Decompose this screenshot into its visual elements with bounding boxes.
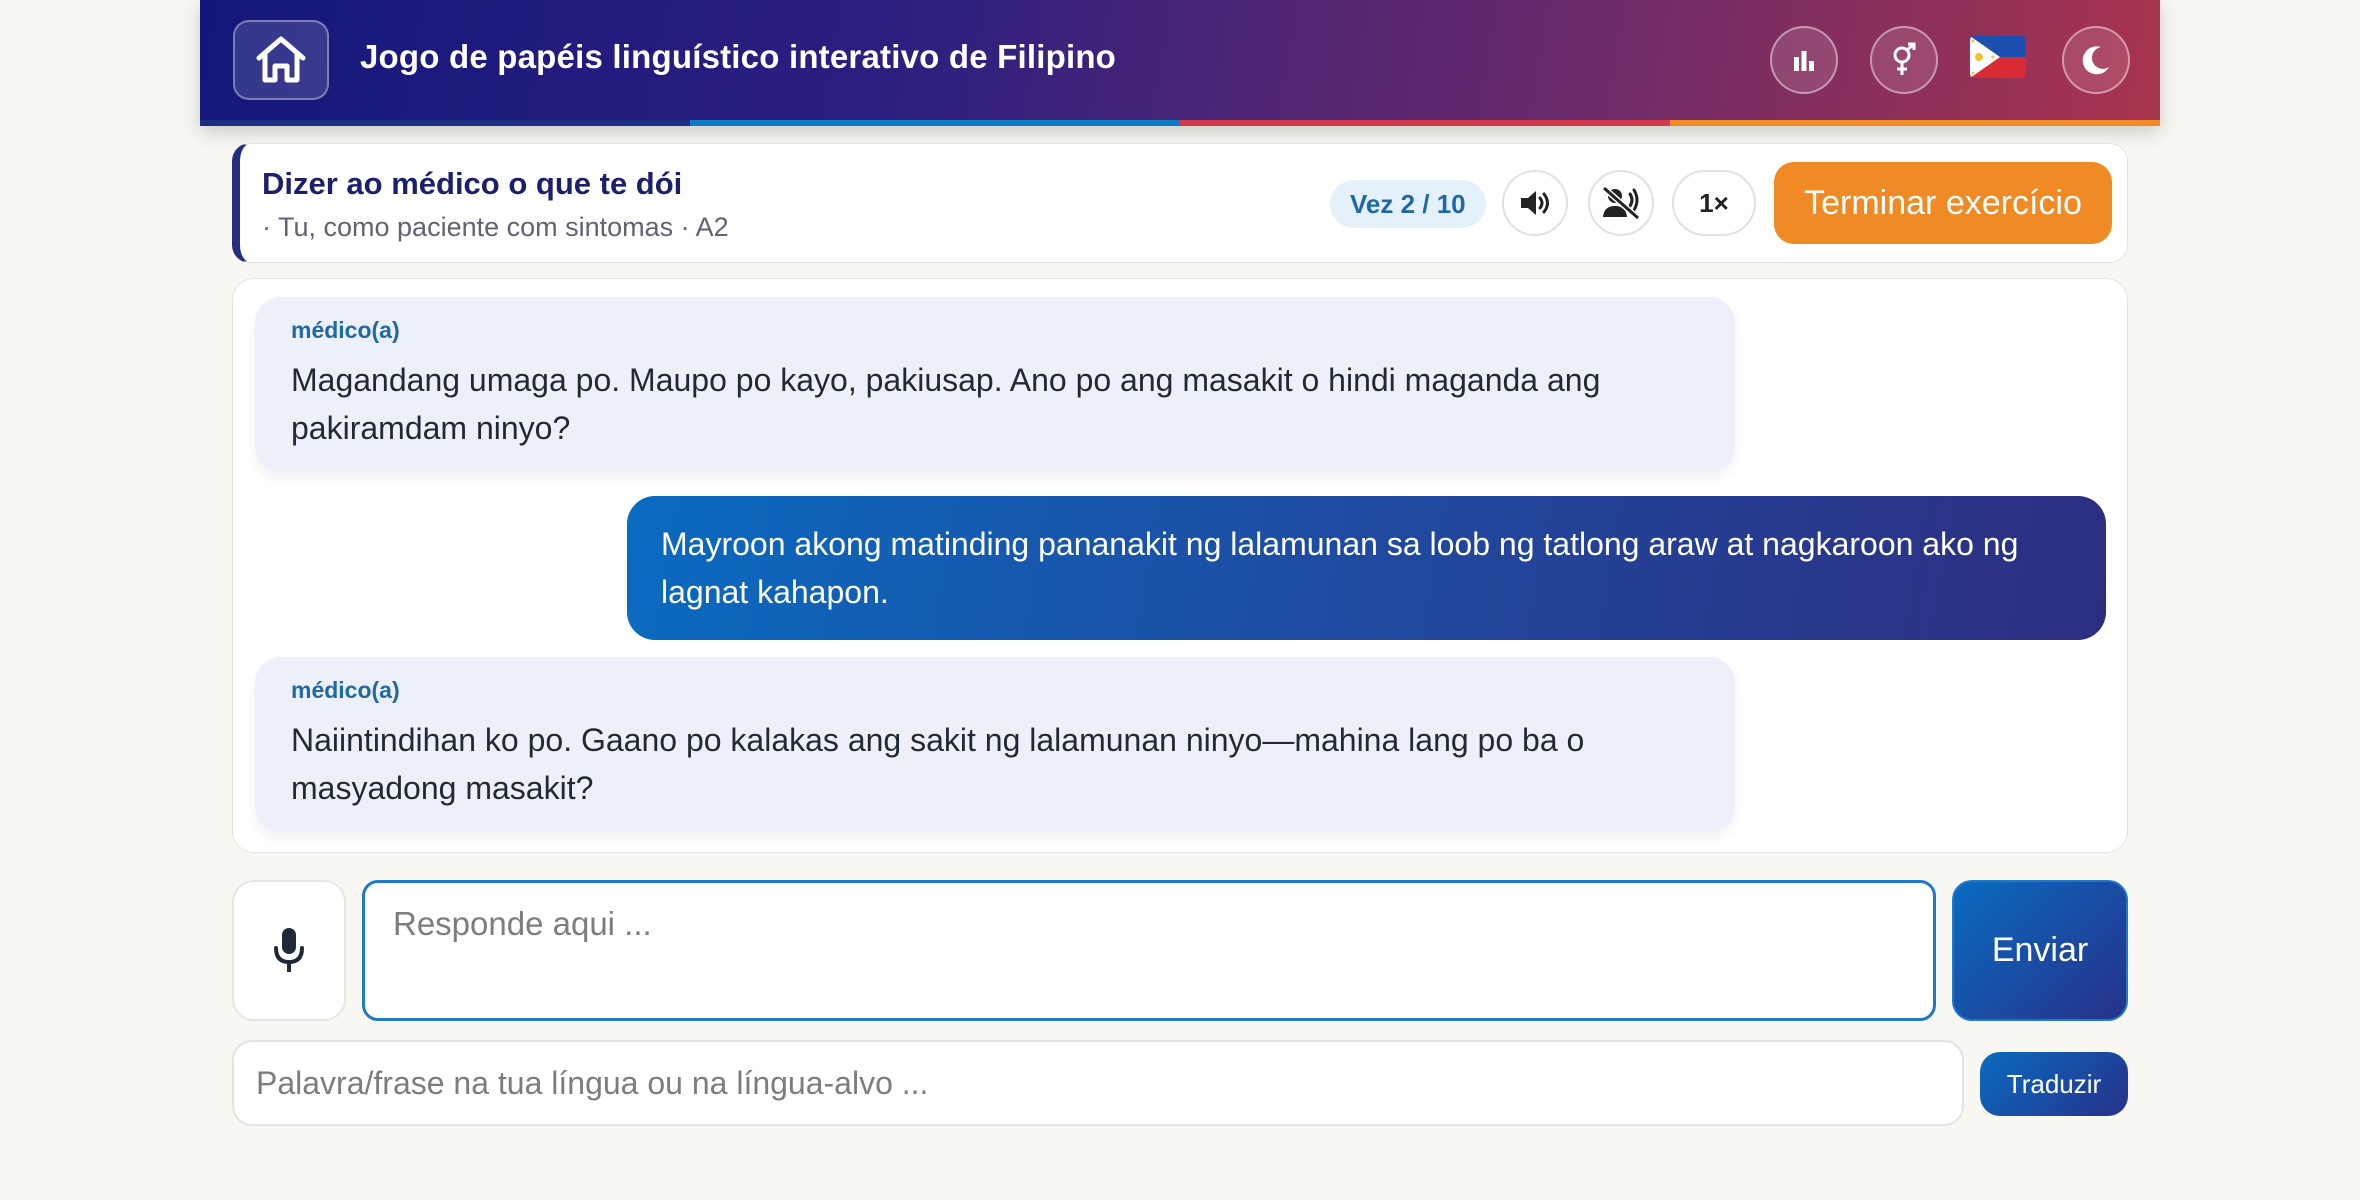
stripe-segment-3 [1180,120,1670,126]
stripe-segment-1 [200,120,690,126]
scenario-subtitle: · Tu, como paciente com sintomas · A2 [262,212,729,242]
message-text: Mayroon akong matinding pananakit ng lal… [661,526,2019,610]
turn-counter-badge: Vez 2 / 10 [1330,180,1486,228]
moon-icon [2082,46,2109,75]
speaker-icon [1521,191,1549,215]
gender-button[interactable] [1870,26,1938,94]
chat-message-user: Mayroon akong matinding pananakit ng lal… [627,496,2106,640]
language-flag-button[interactable] [1970,36,2026,78]
app-root: Jogo de papéis linguístico interativo de… [0,0,2360,1200]
chat-panel: médico(a) Magandang umaga po. Maupo po k… [232,278,2128,853]
finish-exercise-button[interactable]: Terminar exercício [1774,162,2112,244]
scenario-title: Dizer ao médico o que te dói [262,166,683,201]
gender-icon [1893,42,1916,75]
microphone-icon [274,927,304,972]
philippines-flag-icon [1970,36,2026,78]
stats-icon [1794,51,1814,71]
message-speaker: médico(a) [291,317,400,343]
home-icon [256,36,306,83]
answer-input[interactable] [362,880,1936,1021]
audio-play-button[interactable] [1502,170,1568,236]
scenario-bar: Dizer ao médico o que te dói · Tu, como … [232,143,2128,263]
message-speaker: médico(a) [291,677,400,703]
send-button[interactable]: Enviar [1952,880,2128,1021]
home-button[interactable] [233,20,329,100]
chat-message-bot: médico(a) Naiintindihan ko po. Gaano po … [255,657,1735,832]
chat-message-bot: médico(a) Magandang umaga po. Maupo po k… [255,297,1735,472]
header-color-stripe [200,120,2160,126]
auto-speech-toggle-button[interactable] [1588,170,1654,236]
message-text: Magandang umaga po. Maupo po kayo, pakiu… [291,362,1601,446]
microphone-button[interactable] [232,880,346,1021]
stats-button[interactable] [1770,26,1838,94]
stripe-segment-4 [1670,120,2160,126]
app-header: Jogo de papéis linguístico interativo de… [200,0,2160,126]
playback-speed-button[interactable]: 1× [1672,170,1756,236]
app-title: Jogo de papéis linguístico interativo de… [360,38,1117,75]
message-text: Naiintindihan ko po. Gaano po kalakas an… [291,722,1585,806]
stripe-segment-2 [690,120,1180,126]
dark-mode-button[interactable] [2062,26,2130,94]
speech-off-icon [1602,185,1640,221]
translate-button[interactable]: Traduzir [1980,1052,2128,1116]
translate-input[interactable] [232,1040,1964,1126]
